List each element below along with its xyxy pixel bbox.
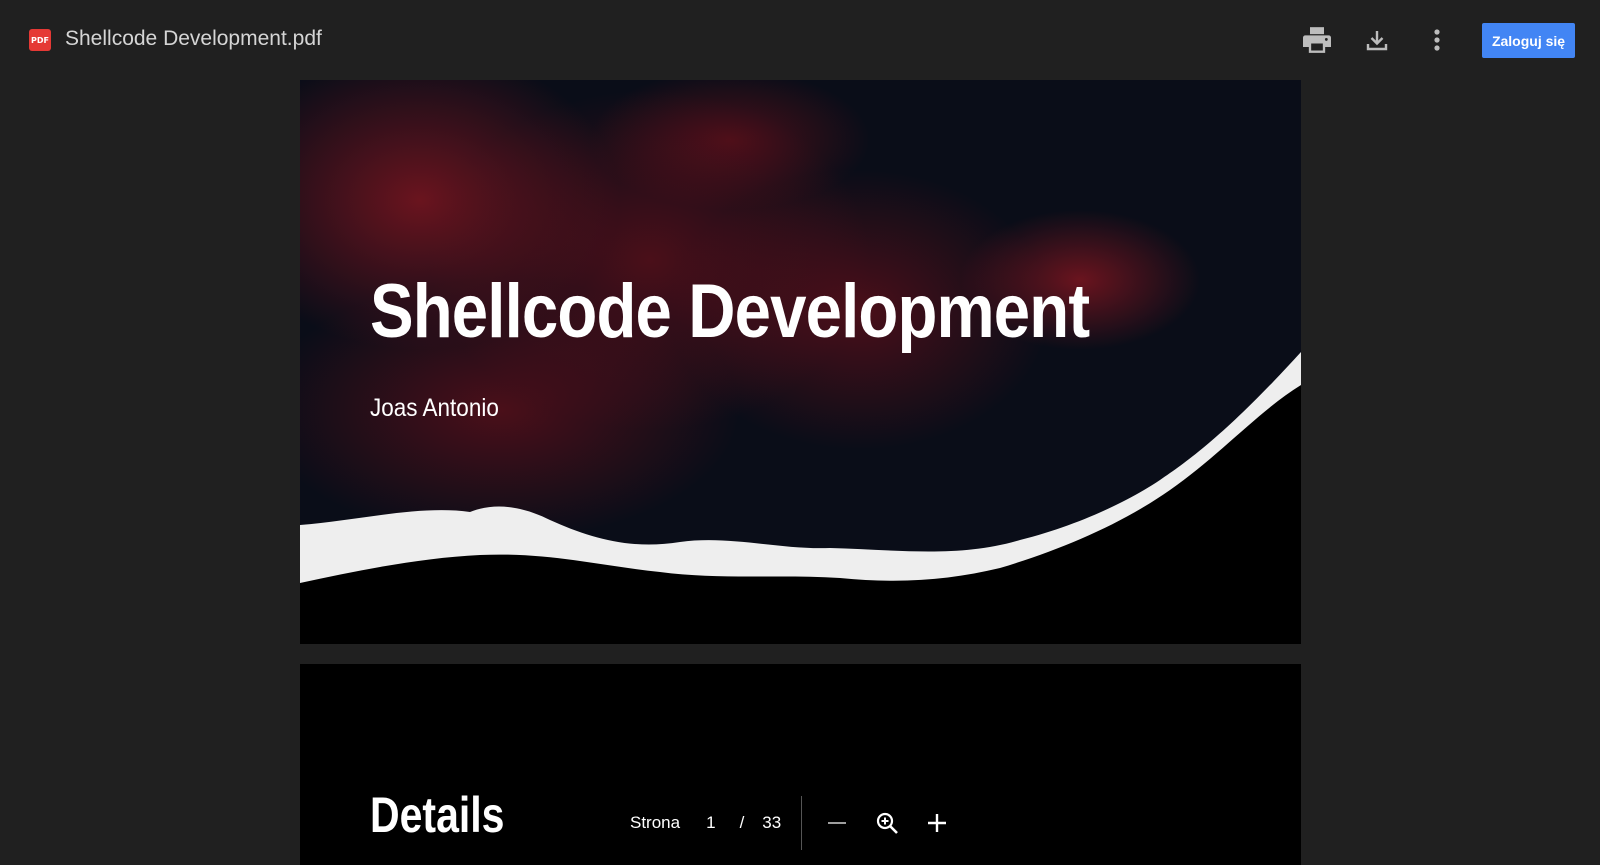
slide-author: Joas Antonio bbox=[370, 394, 499, 422]
download-button[interactable] bbox=[1359, 22, 1395, 58]
zoom-out-button[interactable] bbox=[820, 806, 854, 840]
slide-title: Details bbox=[370, 787, 505, 843]
more-vert-icon bbox=[1434, 29, 1440, 51]
current-page-input[interactable]: 1 bbox=[706, 813, 715, 833]
pdf-file-icon: PDF bbox=[29, 29, 51, 51]
slide-title: Shellcode Development bbox=[370, 269, 1090, 354]
sign-in-button[interactable]: Zaloguj się bbox=[1482, 23, 1575, 58]
zoom-in-button[interactable] bbox=[920, 806, 954, 840]
plus-icon bbox=[928, 814, 947, 832]
page-label: Strona bbox=[630, 813, 681, 832]
page-navigation-bar: Strona 1 / 33 bbox=[630, 796, 970, 850]
page-separator: / bbox=[739, 813, 745, 832]
total-pages: 33 bbox=[762, 813, 782, 832]
zoom-button[interactable] bbox=[870, 806, 904, 840]
pager-divider bbox=[801, 796, 803, 850]
zoom-in-icon bbox=[877, 812, 899, 834]
file-name: Shellcode Development.pdf bbox=[65, 27, 322, 50]
minus-icon bbox=[828, 822, 847, 824]
print-icon bbox=[1303, 27, 1331, 53]
top-toolbar: PDF Shellcode Development.pdf Zaloguj si… bbox=[0, 0, 1600, 80]
pdf-page-1: Shellcode Development Joas Antonio bbox=[300, 80, 1301, 644]
slide-background-image bbox=[300, 80, 1301, 644]
more-options-button[interactable] bbox=[1419, 22, 1455, 58]
download-icon bbox=[1366, 31, 1388, 51]
print-button[interactable] bbox=[1299, 22, 1335, 58]
